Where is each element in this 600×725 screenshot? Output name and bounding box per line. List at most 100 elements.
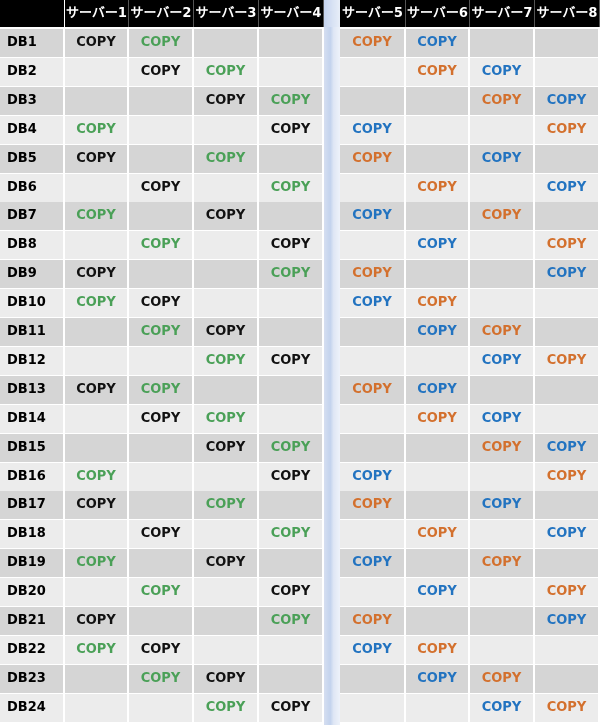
empty-cell[interactable] [406, 347, 470, 375]
copy-cell[interactable]: COPY [406, 636, 470, 664]
copy-cell[interactable]: COPY [259, 174, 324, 202]
copy-cell[interactable]: COPY [129, 318, 194, 346]
copy-cell[interactable]: COPY [470, 694, 535, 722]
empty-cell[interactable] [406, 434, 470, 462]
copy-cell[interactable]: COPY [194, 434, 259, 462]
empty-cell[interactable] [194, 463, 259, 491]
copy-cell[interactable]: COPY [65, 145, 129, 173]
copy-cell[interactable]: COPY [194, 405, 259, 433]
copy-cell[interactable]: COPY [129, 578, 194, 606]
copy-cell[interactable]: COPY [259, 116, 324, 144]
empty-cell[interactable] [194, 376, 259, 404]
empty-cell[interactable] [470, 520, 535, 548]
copy-cell[interactable]: COPY [129, 289, 194, 317]
copy-cell[interactable]: COPY [65, 29, 129, 57]
empty-cell[interactable] [406, 607, 470, 635]
empty-cell[interactable] [65, 347, 129, 375]
empty-cell[interactable] [406, 260, 470, 288]
copy-cell[interactable]: COPY [194, 665, 259, 693]
empty-cell[interactable] [340, 434, 406, 462]
copy-cell[interactable]: COPY [259, 87, 324, 115]
copy-cell[interactable]: COPY [194, 58, 259, 86]
copy-cell[interactable]: COPY [470, 665, 535, 693]
empty-cell[interactable] [194, 231, 259, 259]
copy-cell[interactable]: COPY [259, 607, 324, 635]
copy-cell[interactable]: COPY [535, 347, 600, 375]
copy-cell[interactable]: COPY [65, 607, 129, 635]
empty-cell[interactable] [194, 607, 259, 635]
empty-cell[interactable] [65, 520, 129, 548]
copy-cell[interactable]: COPY [535, 463, 600, 491]
empty-cell[interactable] [535, 289, 600, 317]
copy-cell[interactable]: COPY [65, 260, 129, 288]
copy-cell[interactable]: COPY [535, 520, 600, 548]
copy-cell[interactable]: COPY [470, 202, 535, 230]
copy-cell[interactable]: COPY [340, 549, 406, 577]
empty-cell[interactable] [470, 578, 535, 606]
empty-cell[interactable] [535, 636, 600, 664]
copy-cell[interactable]: COPY [470, 87, 535, 115]
empty-cell[interactable] [129, 607, 194, 635]
empty-cell[interactable] [259, 636, 324, 664]
empty-cell[interactable] [470, 607, 535, 635]
copy-cell[interactable]: COPY [340, 607, 406, 635]
copy-cell[interactable]: COPY [129, 29, 194, 57]
empty-cell[interactable] [406, 491, 470, 519]
copy-cell[interactable]: COPY [340, 491, 406, 519]
empty-cell[interactable] [65, 87, 129, 115]
copy-cell[interactable]: COPY [340, 260, 406, 288]
empty-cell[interactable] [470, 376, 535, 404]
empty-cell[interactable] [340, 520, 406, 548]
empty-cell[interactable] [65, 578, 129, 606]
copy-cell[interactable]: COPY [406, 376, 470, 404]
empty-cell[interactable] [406, 145, 470, 173]
copy-cell[interactable]: COPY [129, 636, 194, 664]
copy-cell[interactable]: COPY [406, 578, 470, 606]
empty-cell[interactable] [259, 58, 324, 86]
empty-cell[interactable] [129, 116, 194, 144]
copy-cell[interactable]: COPY [129, 376, 194, 404]
empty-cell[interactable] [65, 231, 129, 259]
empty-cell[interactable] [129, 694, 194, 722]
empty-cell[interactable] [470, 174, 535, 202]
copy-cell[interactable]: COPY [470, 405, 535, 433]
empty-cell[interactable] [259, 318, 324, 346]
empty-cell[interactable] [194, 636, 259, 664]
copy-cell[interactable]: COPY [406, 520, 470, 548]
empty-cell[interactable] [259, 376, 324, 404]
empty-cell[interactable] [65, 665, 129, 693]
copy-cell[interactable]: COPY [340, 636, 406, 664]
copy-cell[interactable]: COPY [535, 260, 600, 288]
empty-cell[interactable] [340, 347, 406, 375]
empty-cell[interactable] [470, 463, 535, 491]
copy-cell[interactable]: COPY [406, 58, 470, 86]
copy-cell[interactable]: COPY [129, 58, 194, 86]
copy-cell[interactable]: COPY [340, 376, 406, 404]
empty-cell[interactable] [406, 87, 470, 115]
copy-cell[interactable]: COPY [65, 202, 129, 230]
copy-cell[interactable]: COPY [129, 231, 194, 259]
empty-cell[interactable] [65, 694, 129, 722]
empty-cell[interactable] [129, 347, 194, 375]
empty-cell[interactable] [259, 202, 324, 230]
copy-cell[interactable]: COPY [259, 463, 324, 491]
copy-cell[interactable]: COPY [259, 520, 324, 548]
copy-cell[interactable]: COPY [129, 520, 194, 548]
copy-cell[interactable]: COPY [340, 145, 406, 173]
empty-cell[interactable] [340, 405, 406, 433]
empty-cell[interactable] [340, 318, 406, 346]
empty-cell[interactable] [194, 29, 259, 57]
copy-cell[interactable]: COPY [259, 694, 324, 722]
empty-cell[interactable] [470, 260, 535, 288]
empty-cell[interactable] [340, 58, 406, 86]
empty-cell[interactable] [194, 260, 259, 288]
copy-cell[interactable]: COPY [535, 578, 600, 606]
empty-cell[interactable] [65, 318, 129, 346]
copy-cell[interactable]: COPY [65, 376, 129, 404]
copy-cell[interactable]: COPY [194, 145, 259, 173]
copy-cell[interactable]: COPY [340, 463, 406, 491]
empty-cell[interactable] [194, 174, 259, 202]
copy-cell[interactable]: COPY [194, 347, 259, 375]
copy-cell[interactable]: COPY [65, 549, 129, 577]
empty-cell[interactable] [535, 318, 600, 346]
